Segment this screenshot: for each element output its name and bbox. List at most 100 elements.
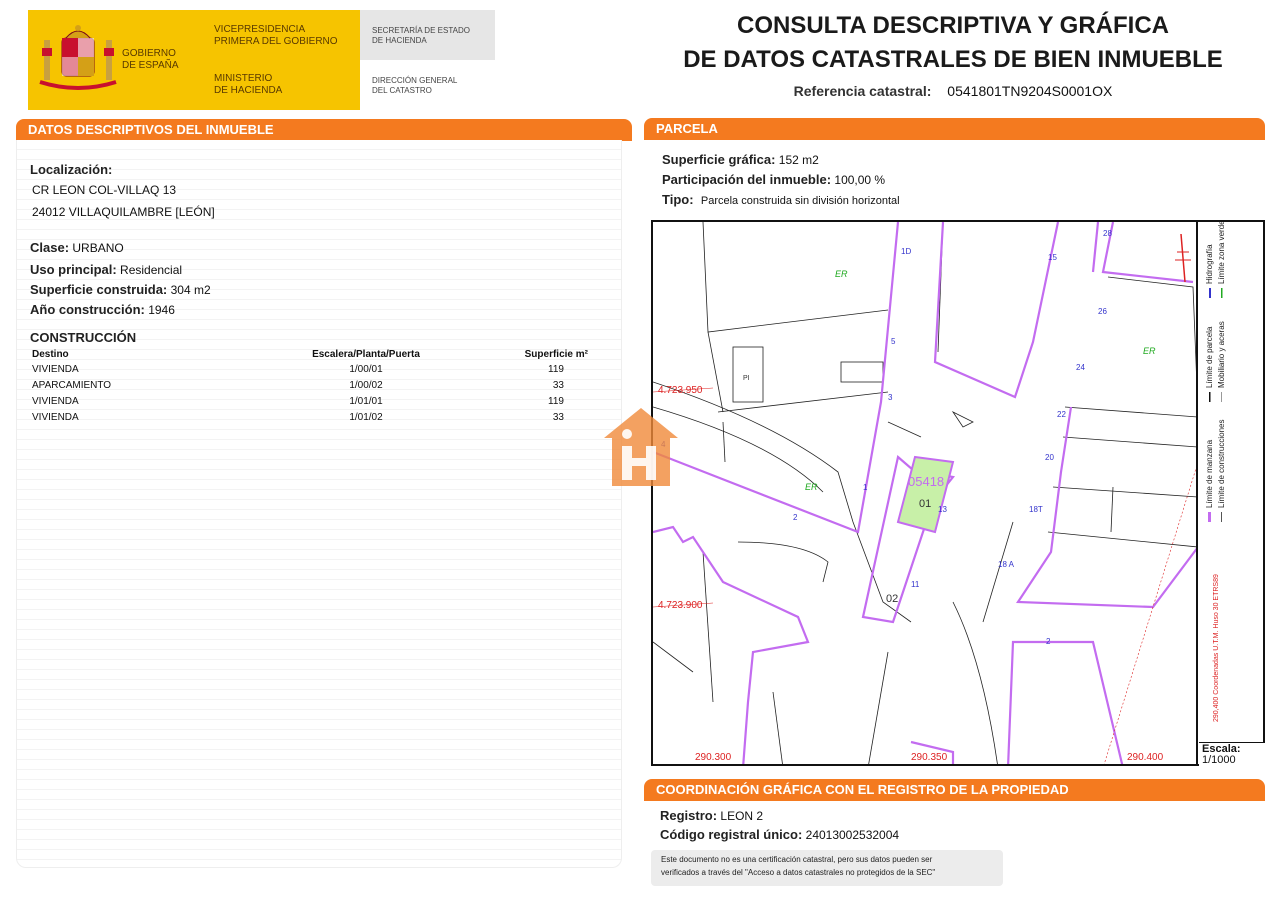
label-pi: PI [743, 375, 750, 382]
ref-value: 0541801TN9204S0001OX [947, 83, 1113, 99]
map-drawing: 4.723.950 4.723.900 290.300 290.350 290.… [653, 222, 1196, 764]
cell-superficie: 33 [552, 379, 564, 391]
vp-line1: VICEPRESIDENCIA [214, 24, 306, 35]
uso-field: Uso principal: Residencial [30, 262, 182, 277]
street-num-24: 24 [1076, 363, 1085, 372]
sec-line2: DE HACIENDA [372, 36, 427, 45]
cell-destino: VIVIENDA [32, 411, 79, 423]
col-superficie: Superficie m² [524, 349, 588, 360]
tipo-label: Tipo: [662, 192, 694, 207]
cell-escalera: 1/00/02 [349, 379, 383, 391]
sec-line1: SECRETARÍA DE ESTADO [372, 26, 470, 35]
participacion-field: Participación del inmueble: 100,00 % [662, 172, 885, 187]
dg-line1: DIRECCIÓN GENERAL [372, 76, 458, 85]
cell-destino: VIVIENDA [32, 395, 79, 407]
watermark-logo [604, 408, 678, 486]
coat-of-arms-logo [39, 25, 117, 90]
vicepresidencia-label: VICEPRESIDENCIA PRIMERA DEL GOBIERNO [214, 24, 338, 48]
cell-escalera: 1/00/01 [349, 363, 383, 375]
localizacion-label: Localización: [30, 162, 113, 177]
uso-label: Uso principal: [30, 262, 117, 277]
coord-x-left: 290.300 [695, 752, 732, 763]
table-row: APARCAMIENTO 1/00/02 33 [30, 377, 602, 393]
street-num-15: 15 [1048, 253, 1057, 262]
parcel-number: 05418 [908, 474, 944, 489]
vp-line2: PRIMERA DEL GOBIERNO [214, 36, 338, 47]
sup-grafica-value: 152 m2 [778, 153, 819, 167]
tipo-field: Tipo: Parcela construida sin división ho… [662, 192, 900, 207]
localizacion-line1: CR LEON COL-VILLAQ 13 [32, 183, 177, 197]
col-escalera: Escalera/Planta/Puerta [312, 349, 420, 360]
registro-field: Registro: LEON 2 [660, 808, 763, 823]
cell-superficie: 119 [548, 363, 564, 375]
ref-label: Referencia catastral: [793, 83, 932, 99]
anio-label: Año construcción: [30, 302, 145, 317]
street-num-5: 5 [891, 337, 896, 346]
cell-superficie: 33 [552, 411, 564, 423]
map-legend: Límite de manzana Límite de parcela Hidr… [1198, 220, 1265, 766]
street-num-2b: 2 [1046, 637, 1051, 646]
table-row: VIVIENDA 1/01/02 33 [30, 409, 602, 425]
street-num-28: 28 [1103, 229, 1112, 238]
scale-value: 1/1000 [1202, 754, 1236, 766]
cru-value: 24013002532004 [805, 828, 900, 842]
cell-escalera: 1/01/01 [349, 395, 383, 407]
legend-coordinates: 290,400 Coordenadas U.T.M. Huso 30 ETRS8… [1213, 574, 1220, 722]
street-num-26: 26 [1098, 307, 1107, 316]
north-arrow-icon [1175, 233, 1191, 283]
construccion-heading: CONSTRUCCIÓN [30, 330, 137, 345]
referencia-catastral: Referencia catastral: 0541801TN9204S0001… [640, 83, 1266, 99]
min-line1: MINISTERIO [214, 73, 273, 84]
codigo-registral-field: Código registral único: 24013002532004 [660, 827, 899, 842]
clase-label: Clase: [30, 240, 70, 255]
coord-x-mid: 290.350 [911, 752, 948, 763]
dg-line2: DEL CATASTRO [372, 86, 432, 95]
label-er-2: ER [1143, 346, 1156, 356]
cell-escalera: 1/01/02 [349, 411, 383, 423]
secretaria-label: SECRETARÍA DE ESTADO DE HACIENDA [372, 26, 470, 46]
cell-superficie: 119 [548, 395, 564, 407]
cadastral-map[interactable]: 4.723.950 4.723.900 290.300 290.350 290.… [651, 220, 1198, 766]
coord-y-bottom: 4.723.900 [658, 600, 703, 611]
localizacion-line2: 24012 VILLAQUILAMBRE [LEÓN] [32, 205, 215, 219]
legend-limite-manzana: Límite de manzana [1205, 439, 1214, 508]
descriptivos-heading: DATOS DESCRIPTIVOS DEL INMUEBLE [16, 119, 632, 141]
superficie-construida-field: Superficie construida: 304 m2 [30, 282, 211, 297]
table-row: VIVIENDA 1/00/01 119 [30, 361, 602, 377]
verification-note: Este documento no es una certificación c… [651, 850, 1003, 886]
street-num-18t: 18T [1029, 505, 1043, 514]
gov-line2: DE ESPAÑA [122, 60, 179, 71]
clase-field: Clase: URBANO [30, 240, 124, 255]
participacion-label: Participación del inmueble: [662, 172, 832, 187]
clase-value: URBANO [72, 241, 124, 255]
street-num-18a: 18 A [998, 560, 1015, 569]
street-num-11: 11 [911, 580, 920, 589]
uso-value: Residencial [120, 263, 183, 277]
table-row: VIVIENDA 1/01/01 119 [30, 393, 602, 409]
superficie-grafica-field: Superficie gráfica: 152 m2 [662, 152, 819, 167]
cell-destino: VIVIENDA [32, 363, 79, 375]
superficie-value: 304 m2 [170, 283, 211, 297]
table-header-row: Destino Escalera/Planta/Puerta Superfici… [30, 348, 602, 361]
street-num-20: 20 [1045, 453, 1054, 462]
registro-heading: COORDINACIÓN GRÁFICA CON EL REGISTRO DE … [644, 779, 1265, 801]
registro-value: LEON 2 [720, 809, 764, 823]
note-line1: Este documento no es una certificación c… [661, 855, 933, 864]
ministerio-label: MINISTERIO DE HACIENDA [214, 73, 282, 97]
street-num-13: 13 [938, 505, 947, 514]
street-num-2: 2 [793, 513, 798, 522]
participacion-value: 100,00 % [834, 173, 886, 187]
legend-hidrografia: Hidrografía [1205, 244, 1214, 284]
superficie-label: Superficie construida: [30, 282, 168, 297]
cell-destino: APARCAMIENTO [32, 379, 112, 391]
unit-01: 01 [919, 498, 931, 510]
coord-x-right: 290.400 [1127, 752, 1164, 763]
registro-label: Registro: [660, 808, 718, 823]
page-title-line1: CONSULTA DESCRIPTIVA Y GRÁFICA [736, 12, 1170, 39]
note-line2: verificados a través del "Acceso a datos… [661, 868, 936, 877]
cru-label: Código registral único: [660, 827, 803, 842]
construccion-table: Destino Escalera/Planta/Puerta Superfici… [30, 348, 602, 425]
min-line2: DE HACIENDA [214, 85, 283, 96]
sup-grafica-label: Superficie gráfica: [662, 152, 776, 167]
tipo-value: Parcela construida sin división horizont… [700, 195, 900, 207]
